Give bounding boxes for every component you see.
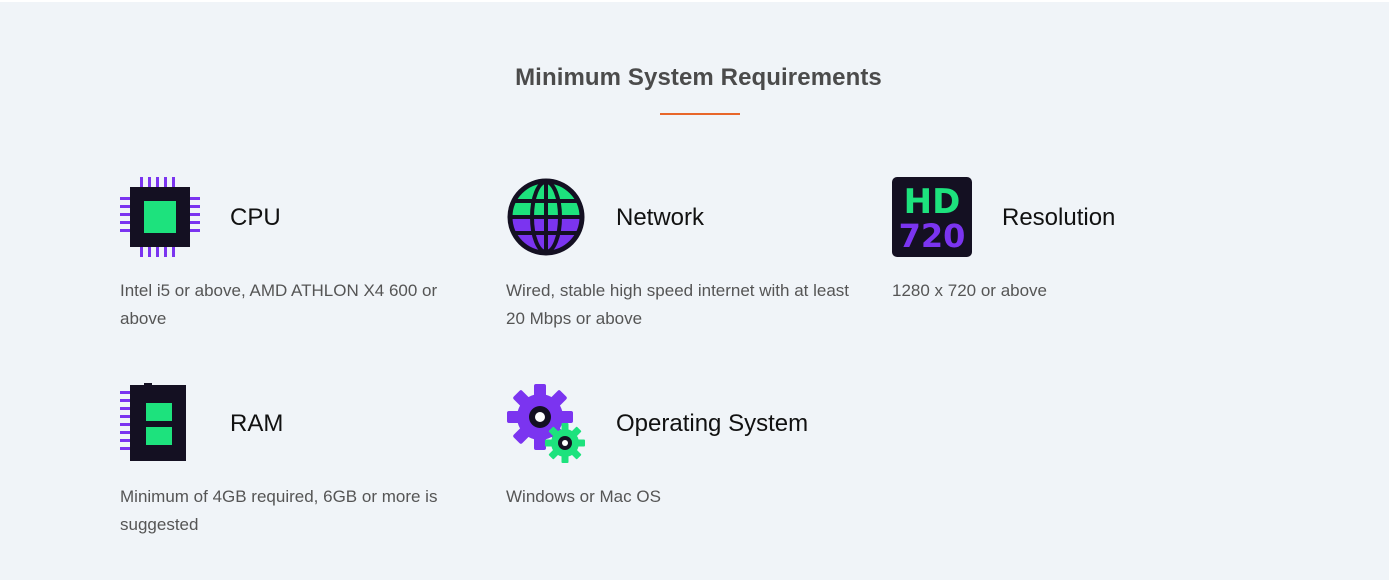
requirement-title: Operating System — [616, 410, 809, 437]
requirement-description: Wired, stable high speed internet with a… — [506, 281, 850, 328]
requirement-title: CPU — [230, 204, 281, 231]
requirement-resolution: HD 720 Resolution 1280 x 720 or above — [892, 177, 1252, 347]
requirement-network: Network Wired, stable high speed interne… — [506, 177, 866, 347]
requirement-description: Intel i5 or above, AMD ATHLON X4 600 or … — [120, 281, 438, 328]
hd-icon-label: HD — [904, 182, 961, 222]
requirement-ram: RAM Minimum of 4GB required, 6GB or more… — [120, 383, 480, 553]
requirement-title: Resolution — [1002, 204, 1116, 231]
requirement-description: Minimum of 4GB required, 6GB or more is … — [120, 487, 438, 534]
720-icon-label: 720 — [899, 217, 966, 255]
system-requirements-section: Minimum System Requirements CPU Intel i5… — [0, 2, 1389, 580]
requirement-description: Windows or Mac OS — [506, 487, 661, 506]
requirement-description: 1280 x 720 or above — [892, 281, 1048, 300]
requirement-operating-system: Operating System Windows or Mac OS — [506, 383, 866, 553]
hd-720-icon: HD 720 — [892, 177, 972, 257]
requirement-title: Network — [616, 204, 705, 231]
cpu-chip-icon — [120, 177, 200, 257]
ram-stick-icon — [120, 383, 200, 463]
section-title: Minimum System Requirements — [515, 64, 882, 91]
globe-icon — [506, 177, 586, 257]
title-underline — [660, 113, 740, 115]
requirement-cpu: CPU Intel i5 or above, AMD ATHLON X4 600… — [120, 177, 480, 347]
gears-icon — [506, 383, 586, 463]
requirement-title: RAM — [230, 410, 284, 437]
